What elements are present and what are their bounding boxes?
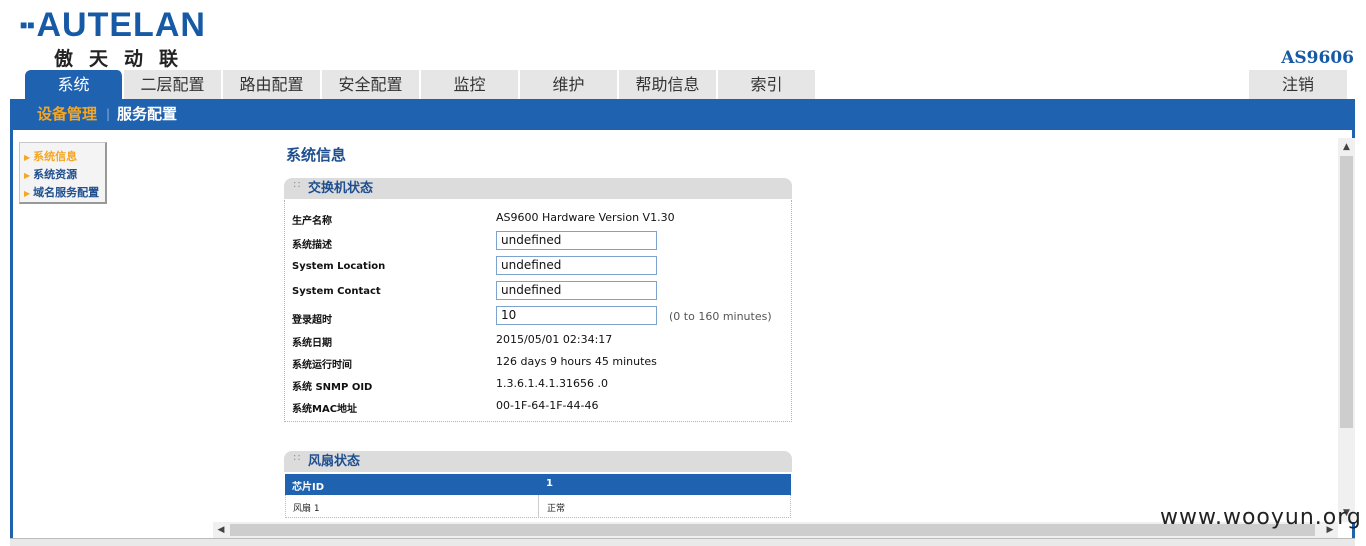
bullet-arrow-icon: ▶ [24, 171, 31, 180]
login-timeout-hint: (0 to 160 minutes) [669, 310, 772, 323]
subnav-separator: | [106, 107, 111, 121]
field-label-system-contact: System Contact [292, 286, 381, 297]
brand-logo: ■■AUTELAN 傲天动联 [20, 8, 238, 70]
scroll-up-icon[interactable]: ▲ [1338, 140, 1355, 154]
snmp-oid-value: 1.3.6.1.4.1.31656 .0 [496, 377, 608, 390]
column-header: 芯片ID [292, 482, 325, 493]
main-nav: 系统 二层配置 路由配置 安全配置 监控 维护 帮助信息 索引 注销 [0, 70, 1366, 99]
logout-button[interactable]: 注销 [1249, 70, 1347, 99]
login-timeout-input[interactable]: 10 [496, 306, 657, 325]
bullet-arrow-icon: ▶ [24, 153, 31, 162]
fan-state-cell: 正常 [547, 504, 566, 514]
logo-text: AUTELAN [36, 6, 206, 44]
field-label-product-name: 生产名称 [292, 216, 332, 227]
leftmenu-item-dns-config[interactable]: ▶ 域名服务配置 [20, 184, 105, 202]
tab-monitor[interactable]: 监控 [421, 70, 519, 99]
device-model: AS9606 [1281, 48, 1354, 68]
column-header: 1 [546, 478, 553, 489]
logo-chinese-text: 傲天动联 [54, 48, 195, 70]
system-contact-input[interactable]: undefined [496, 281, 657, 300]
system-location-input[interactable]: undefined [496, 256, 657, 275]
grip-icon: :: [293, 452, 302, 463]
uptime-value: 126 days 9 hours 45 minutes [496, 355, 657, 368]
vertical-scrollbar[interactable]: ▲ ▼ [1338, 138, 1355, 522]
field-label-snmp-oid: 系统 SNMP OID [292, 382, 373, 393]
tab-help[interactable]: 帮助信息 [619, 70, 717, 99]
grip-icon: :: [293, 179, 302, 190]
fan-table-header: 芯片ID 1 [285, 474, 791, 495]
field-label-uptime: 系统运行时间 [292, 360, 352, 371]
table-row: 风扇 1 正常 [285, 495, 791, 518]
tab-index[interactable]: 索引 [718, 70, 816, 99]
column-divider [538, 495, 539, 518]
field-label-system-date: 系统日期 [292, 338, 332, 349]
system-date-value: 2015/05/01 02:34:17 [496, 333, 613, 346]
fan-name-cell: 风扇 1 [293, 504, 320, 514]
tab-maintenance[interactable]: 维护 [520, 70, 618, 99]
sub-nav: 设备管理 | 服务配置 [10, 99, 1355, 130]
tab-routing-config[interactable]: 路由配置 [223, 70, 321, 99]
logo-mark-icon: ■■ [20, 18, 35, 32]
tab-security-config[interactable]: 安全配置 [322, 70, 420, 99]
panel-title: 风扇状态 [308, 454, 361, 469]
field-label-system-location: System Location [292, 261, 386, 272]
fan-status-panel-header: :: 风扇状态 [284, 451, 792, 472]
field-label-mac-address: 系统MAC地址 [292, 404, 358, 415]
scrollbar-thumb[interactable] [230, 524, 1315, 536]
watermark: www.wooyun.org [1160, 505, 1362, 530]
product-name-value: AS9600 Hardware Version V1.30 [496, 211, 675, 224]
system-description-input[interactable]: undefined [496, 231, 657, 250]
scroll-left-icon[interactable]: ◀ [213, 522, 229, 538]
header: ■■AUTELAN 傲天动联 AS9606 [0, 0, 1366, 70]
scrollbar-thumb[interactable] [1340, 156, 1353, 428]
page-title: 系统信息 [286, 146, 347, 164]
switch-status-panel-header: :: 交换机状态 [284, 178, 792, 199]
field-label-system-description: 系统描述 [292, 240, 332, 251]
subnav-device-management[interactable]: 设备管理 [37, 99, 97, 130]
leftmenu-item-system-resources[interactable]: ▶ 系统资源 [20, 166, 105, 184]
tab-layer2-config[interactable]: 二层配置 [124, 70, 222, 99]
bullet-arrow-icon: ▶ [24, 189, 31, 198]
tab-system[interactable]: 系统 [25, 70, 123, 99]
frame-bottom-border [10, 538, 1355, 546]
panel-title: 交换机状态 [308, 181, 374, 196]
subnav-service-config[interactable]: 服务配置 [117, 99, 177, 130]
left-menu: ▶ 系统信息 ▶ 系统资源 ▶ 域名服务配置 [19, 142, 107, 204]
leftmenu-item-system-info[interactable]: ▶ 系统信息 [20, 148, 105, 166]
field-label-login-timeout: 登录超时 [292, 315, 332, 326]
mac-address-value: 00-1F-64-1F-44-46 [496, 399, 599, 412]
